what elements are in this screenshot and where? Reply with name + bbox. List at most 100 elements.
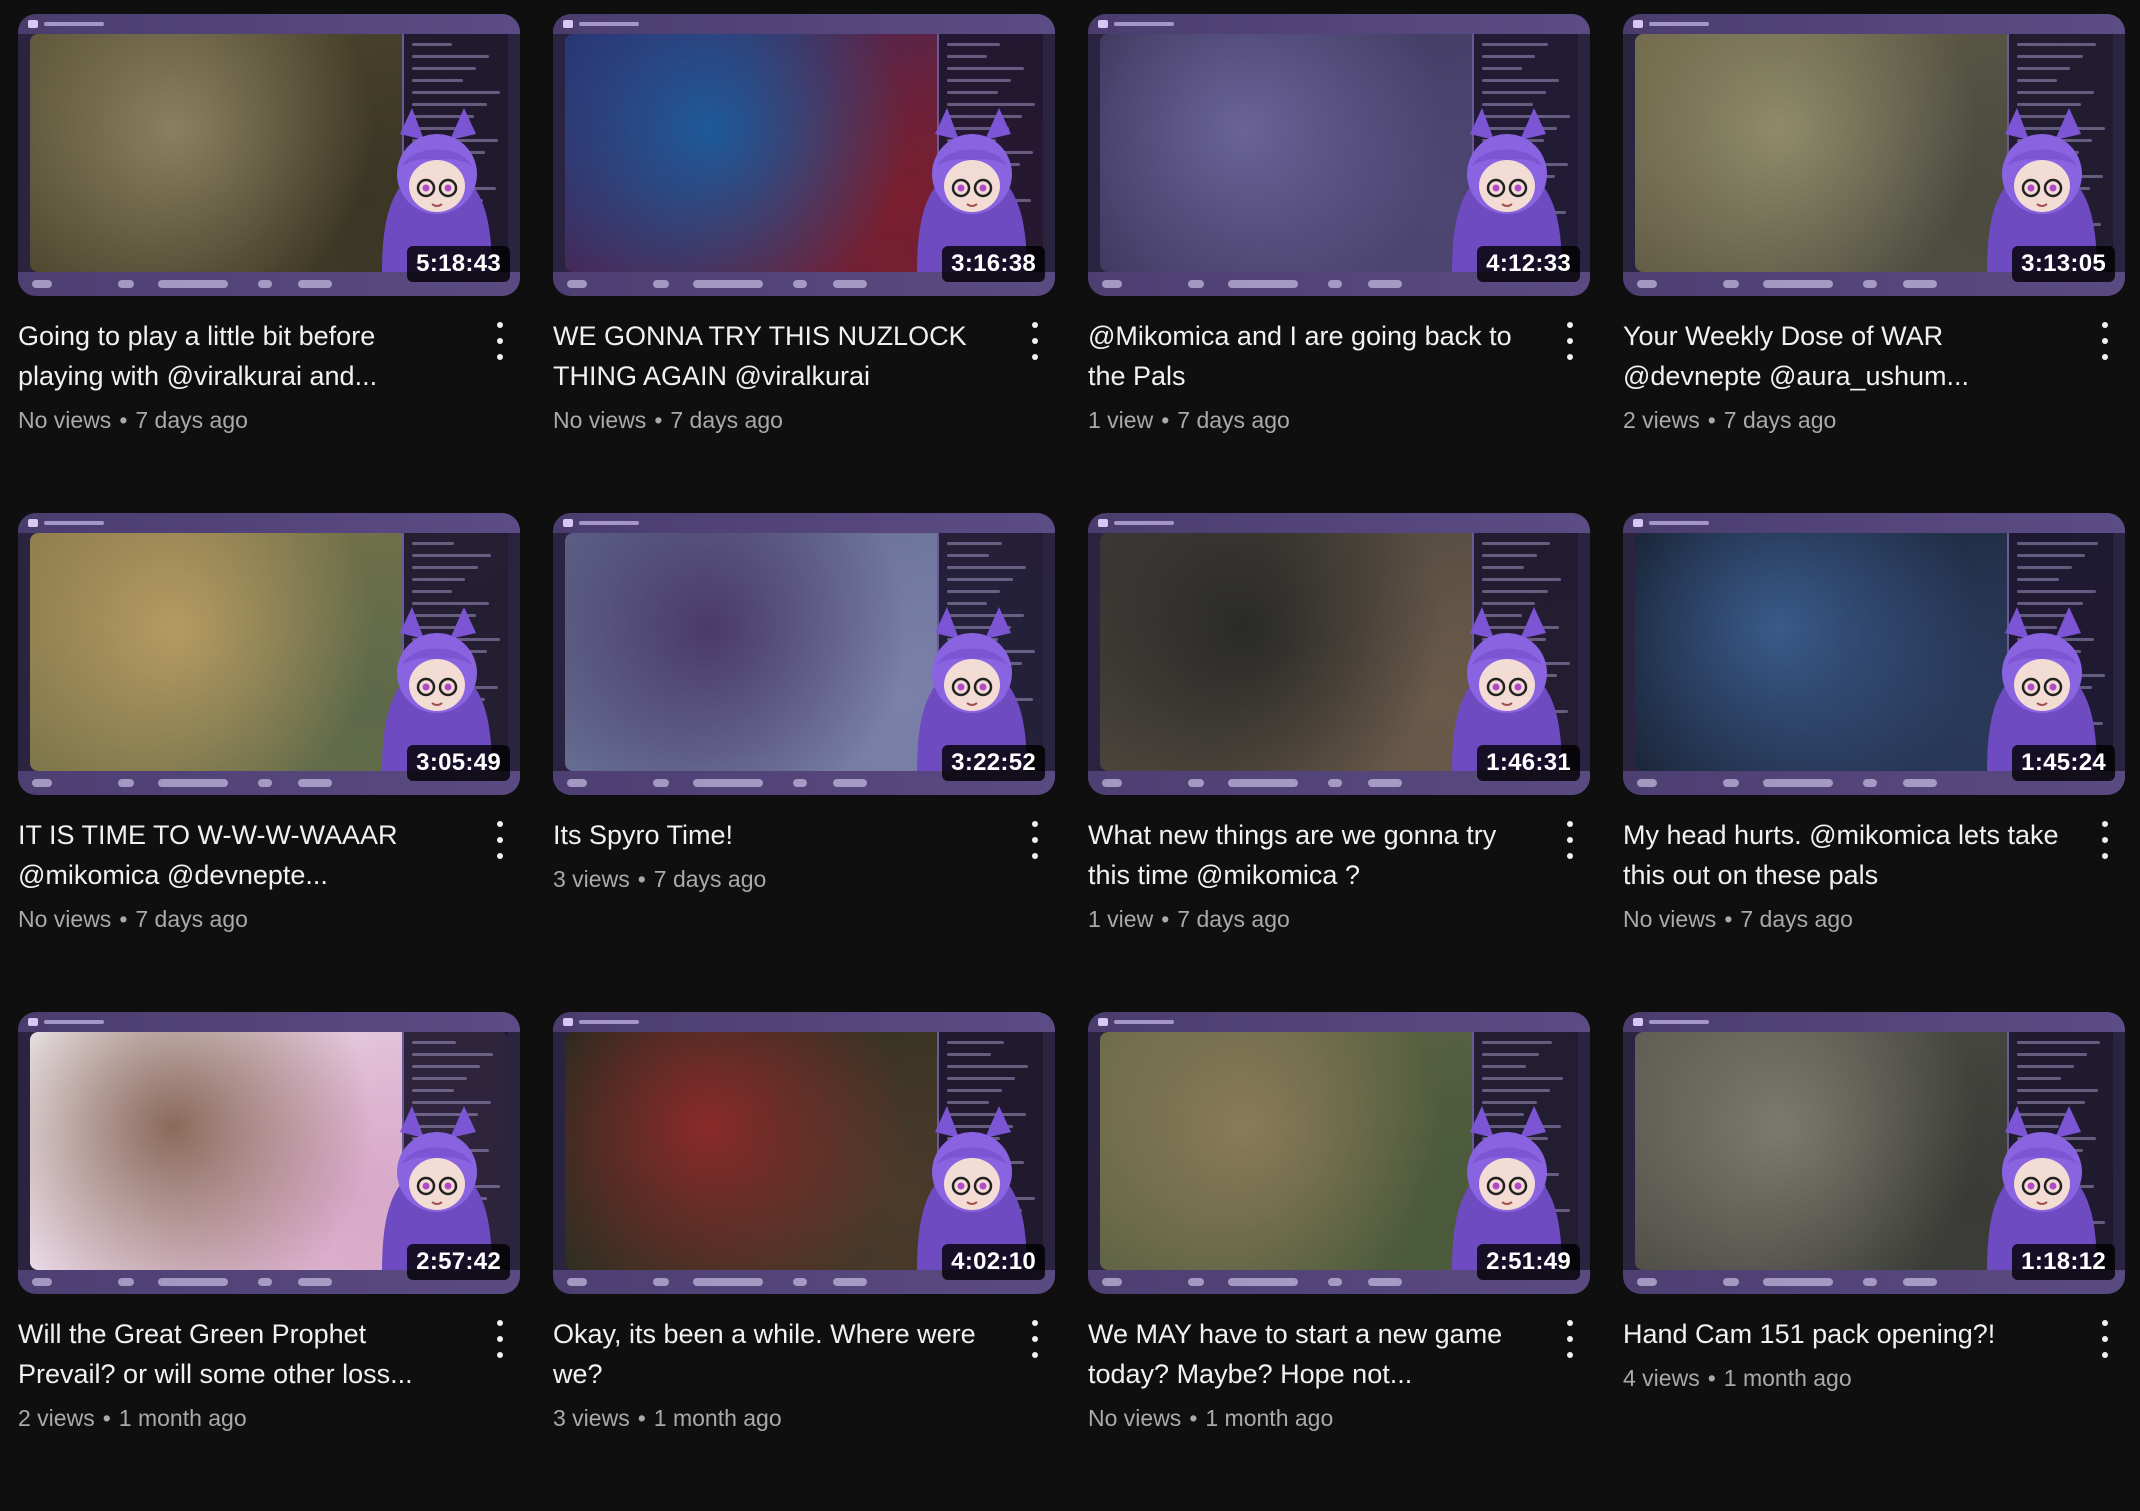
stream-overlay-top-bar — [18, 1012, 520, 1032]
video-thumbnail[interactable]: 2:51:49 — [1088, 1012, 1590, 1294]
upload-age: 7 days ago — [135, 407, 248, 433]
more-actions-menu-icon[interactable] — [1558, 1320, 1582, 1358]
video-thumbnail[interactable]: 1:18:12 — [1623, 1012, 2125, 1294]
video-title[interactable]: Your Weekly Dose of WAR @devnepte @aura_… — [1623, 316, 2069, 396]
stats-separator: • — [119, 407, 128, 433]
more-actions-menu-icon[interactable] — [488, 1320, 512, 1358]
video-card-8[interactable]: 1:45:24 My head hurts. @mikomica lets ta… — [1623, 513, 2125, 1012]
upload-age: 7 days ago — [653, 866, 767, 892]
more-actions-menu-icon[interactable] — [488, 322, 512, 360]
stream-overlay-top-bar — [553, 513, 1055, 533]
stats-separator: • — [102, 1405, 111, 1431]
view-count: 4 views — [1623, 1365, 1700, 1391]
view-count: 2 views — [1623, 407, 1700, 433]
video-card-7[interactable]: 1:46:31 What new things are we gonna try… — [1088, 513, 1590, 1012]
more-actions-menu-icon[interactable] — [1023, 821, 1047, 859]
video-title[interactable]: Going to play a little bit before playin… — [18, 316, 464, 396]
video-thumbnail[interactable]: 1:45:24 — [1623, 513, 2125, 795]
video-duration-badge: 3:05:49 — [407, 745, 510, 781]
video-stats: 2 views • 1 month ago — [18, 1402, 464, 1434]
video-duration-badge: 4:02:10 — [942, 1244, 1045, 1280]
video-title[interactable]: My head hurts. @mikomica lets take this … — [1623, 815, 2069, 895]
video-stats: 3 views • 7 days ago — [553, 863, 999, 895]
more-actions-menu-icon[interactable] — [1558, 821, 1582, 859]
video-meta: @Mikomica and I are going back to the Pa… — [1088, 296, 1590, 436]
video-title[interactable]: Okay, its been a while. Where were we? — [553, 1314, 999, 1394]
video-thumbnail[interactable]: 1:46:31 — [1088, 513, 1590, 795]
video-card-1[interactable]: 5:18:43 Going to play a little bit befor… — [18, 14, 520, 513]
video-meta: Okay, its been a while. Where were we? 3… — [553, 1294, 1055, 1434]
video-meta: We MAY have to start a new game today? M… — [1088, 1294, 1590, 1434]
more-actions-menu-icon[interactable] — [1558, 322, 1582, 360]
video-title[interactable]: @Mikomica and I are going back to the Pa… — [1088, 316, 1534, 396]
stream-overlay-top-bar — [1088, 1012, 1590, 1032]
video-stats: No views • 7 days ago — [18, 903, 464, 935]
video-duration-badge: 2:57:42 — [407, 1244, 510, 1280]
video-title[interactable]: We MAY have to start a new game today? M… — [1088, 1314, 1534, 1394]
video-duration-badge: 1:18:12 — [2012, 1244, 2115, 1280]
video-meta: Going to play a little bit before playin… — [18, 296, 520, 436]
upload-age: 7 days ago — [670, 407, 783, 433]
stream-overlay-top-bar — [18, 513, 520, 533]
more-actions-menu-icon[interactable] — [488, 821, 512, 859]
upload-age: 7 days ago — [1177, 407, 1290, 433]
view-count: No views — [553, 407, 647, 433]
video-thumbnail[interactable]: 4:02:10 — [553, 1012, 1055, 1294]
view-count: No views — [18, 407, 112, 433]
video-card-6[interactable]: 3:22:52 Its Spyro Time! 3 views • 7 days a… — [553, 513, 1055, 1012]
video-title[interactable]: Its Spyro Time! — [553, 815, 999, 855]
view-count: No views — [1623, 906, 1717, 932]
stream-overlay-top-bar — [553, 1012, 1055, 1032]
video-title[interactable]: What new things are we gonna try this ti… — [1088, 815, 1534, 895]
video-card-9[interactable]: 2:57:42 Will the Great Green Prophet Pre… — [18, 1012, 520, 1511]
more-actions-menu-icon[interactable] — [2093, 322, 2117, 360]
stats-separator: • — [1707, 407, 1716, 433]
video-card-2[interactable]: 3:16:38 WE GONNA TRY THIS NUZLOCK THING … — [553, 14, 1055, 513]
video-duration-badge: 3:16:38 — [942, 246, 1045, 282]
video-stats: 2 views • 7 days ago — [1623, 404, 2069, 436]
video-thumbnail[interactable]: 4:12:33 — [1088, 14, 1590, 296]
view-count: 2 views — [18, 1405, 95, 1431]
view-count: 1 view — [1088, 407, 1154, 433]
video-card-12[interactable]: 1:18:12 Hand Cam 151 pack opening?! 4 vi… — [1623, 1012, 2125, 1511]
stream-overlay-top-bar — [1623, 1012, 2125, 1032]
video-meta: Your Weekly Dose of WAR @devnepte @aura_… — [1623, 296, 2125, 436]
upload-age: 7 days ago — [135, 906, 248, 932]
video-card-4[interactable]: 3:13:05 Your Weekly Dose of WAR @devnept… — [1623, 14, 2125, 513]
more-actions-menu-icon[interactable] — [1023, 322, 1047, 360]
video-stats: No views • 1 month ago — [1088, 1402, 1534, 1434]
view-count: 1 view — [1088, 906, 1154, 932]
more-actions-menu-icon[interactable] — [2093, 821, 2117, 859]
video-meta: Will the Great Green Prophet Prevail? or… — [18, 1294, 520, 1434]
video-title[interactable]: Hand Cam 151 pack opening?! — [1623, 1314, 2069, 1354]
more-actions-menu-icon[interactable] — [1023, 1320, 1047, 1358]
video-thumbnail[interactable]: 3:16:38 — [553, 14, 1055, 296]
view-count: No views — [18, 906, 112, 932]
stream-overlay-top-bar — [1623, 14, 2125, 34]
view-count: 3 views — [553, 866, 630, 892]
video-thumbnail[interactable]: 3:13:05 — [1623, 14, 2125, 296]
video-thumbnail[interactable]: 2:57:42 — [18, 1012, 520, 1294]
upload-age: 1 month ago — [118, 1405, 247, 1431]
video-card-5[interactable]: 3:05:49 IT IS TIME TO W-W-W-WAAAR @mikom… — [18, 513, 520, 1012]
stream-overlay-top-bar — [1623, 513, 2125, 533]
video-thumbnail[interactable]: 5:18:43 — [18, 14, 520, 296]
upload-age: 1 month ago — [1723, 1365, 1852, 1391]
video-thumbnail[interactable]: 3:05:49 — [18, 513, 520, 795]
more-actions-menu-icon[interactable] — [2093, 1320, 2117, 1358]
video-card-10[interactable]: 4:02:10 Okay, its been a while. Where we… — [553, 1012, 1055, 1511]
video-title[interactable]: IT IS TIME TO W-W-W-WAAAR @mikomica @dev… — [18, 815, 464, 895]
stats-separator: • — [1189, 1405, 1198, 1431]
video-duration-badge: 4:12:33 — [1477, 246, 1580, 282]
stats-separator: • — [637, 866, 646, 892]
stats-separator: • — [637, 1405, 646, 1431]
video-stats: 3 views • 1 month ago — [553, 1402, 999, 1434]
video-thumbnail[interactable]: 3:22:52 — [553, 513, 1055, 795]
view-count: No views — [1088, 1405, 1182, 1431]
video-card-3[interactable]: 4:12:33 @Mikomica and I are going back t… — [1088, 14, 1590, 513]
video-card-11[interactable]: 2:51:49 We MAY have to start a new game … — [1088, 1012, 1590, 1511]
video-title[interactable]: WE GONNA TRY THIS NUZLOCK THING AGAIN @v… — [553, 316, 999, 396]
upload-age: 7 days ago — [1723, 407, 1837, 433]
video-meta: Its Spyro Time! 3 views • 7 days ago — [553, 795, 1055, 895]
video-title[interactable]: Will the Great Green Prophet Prevail? or… — [18, 1314, 464, 1394]
